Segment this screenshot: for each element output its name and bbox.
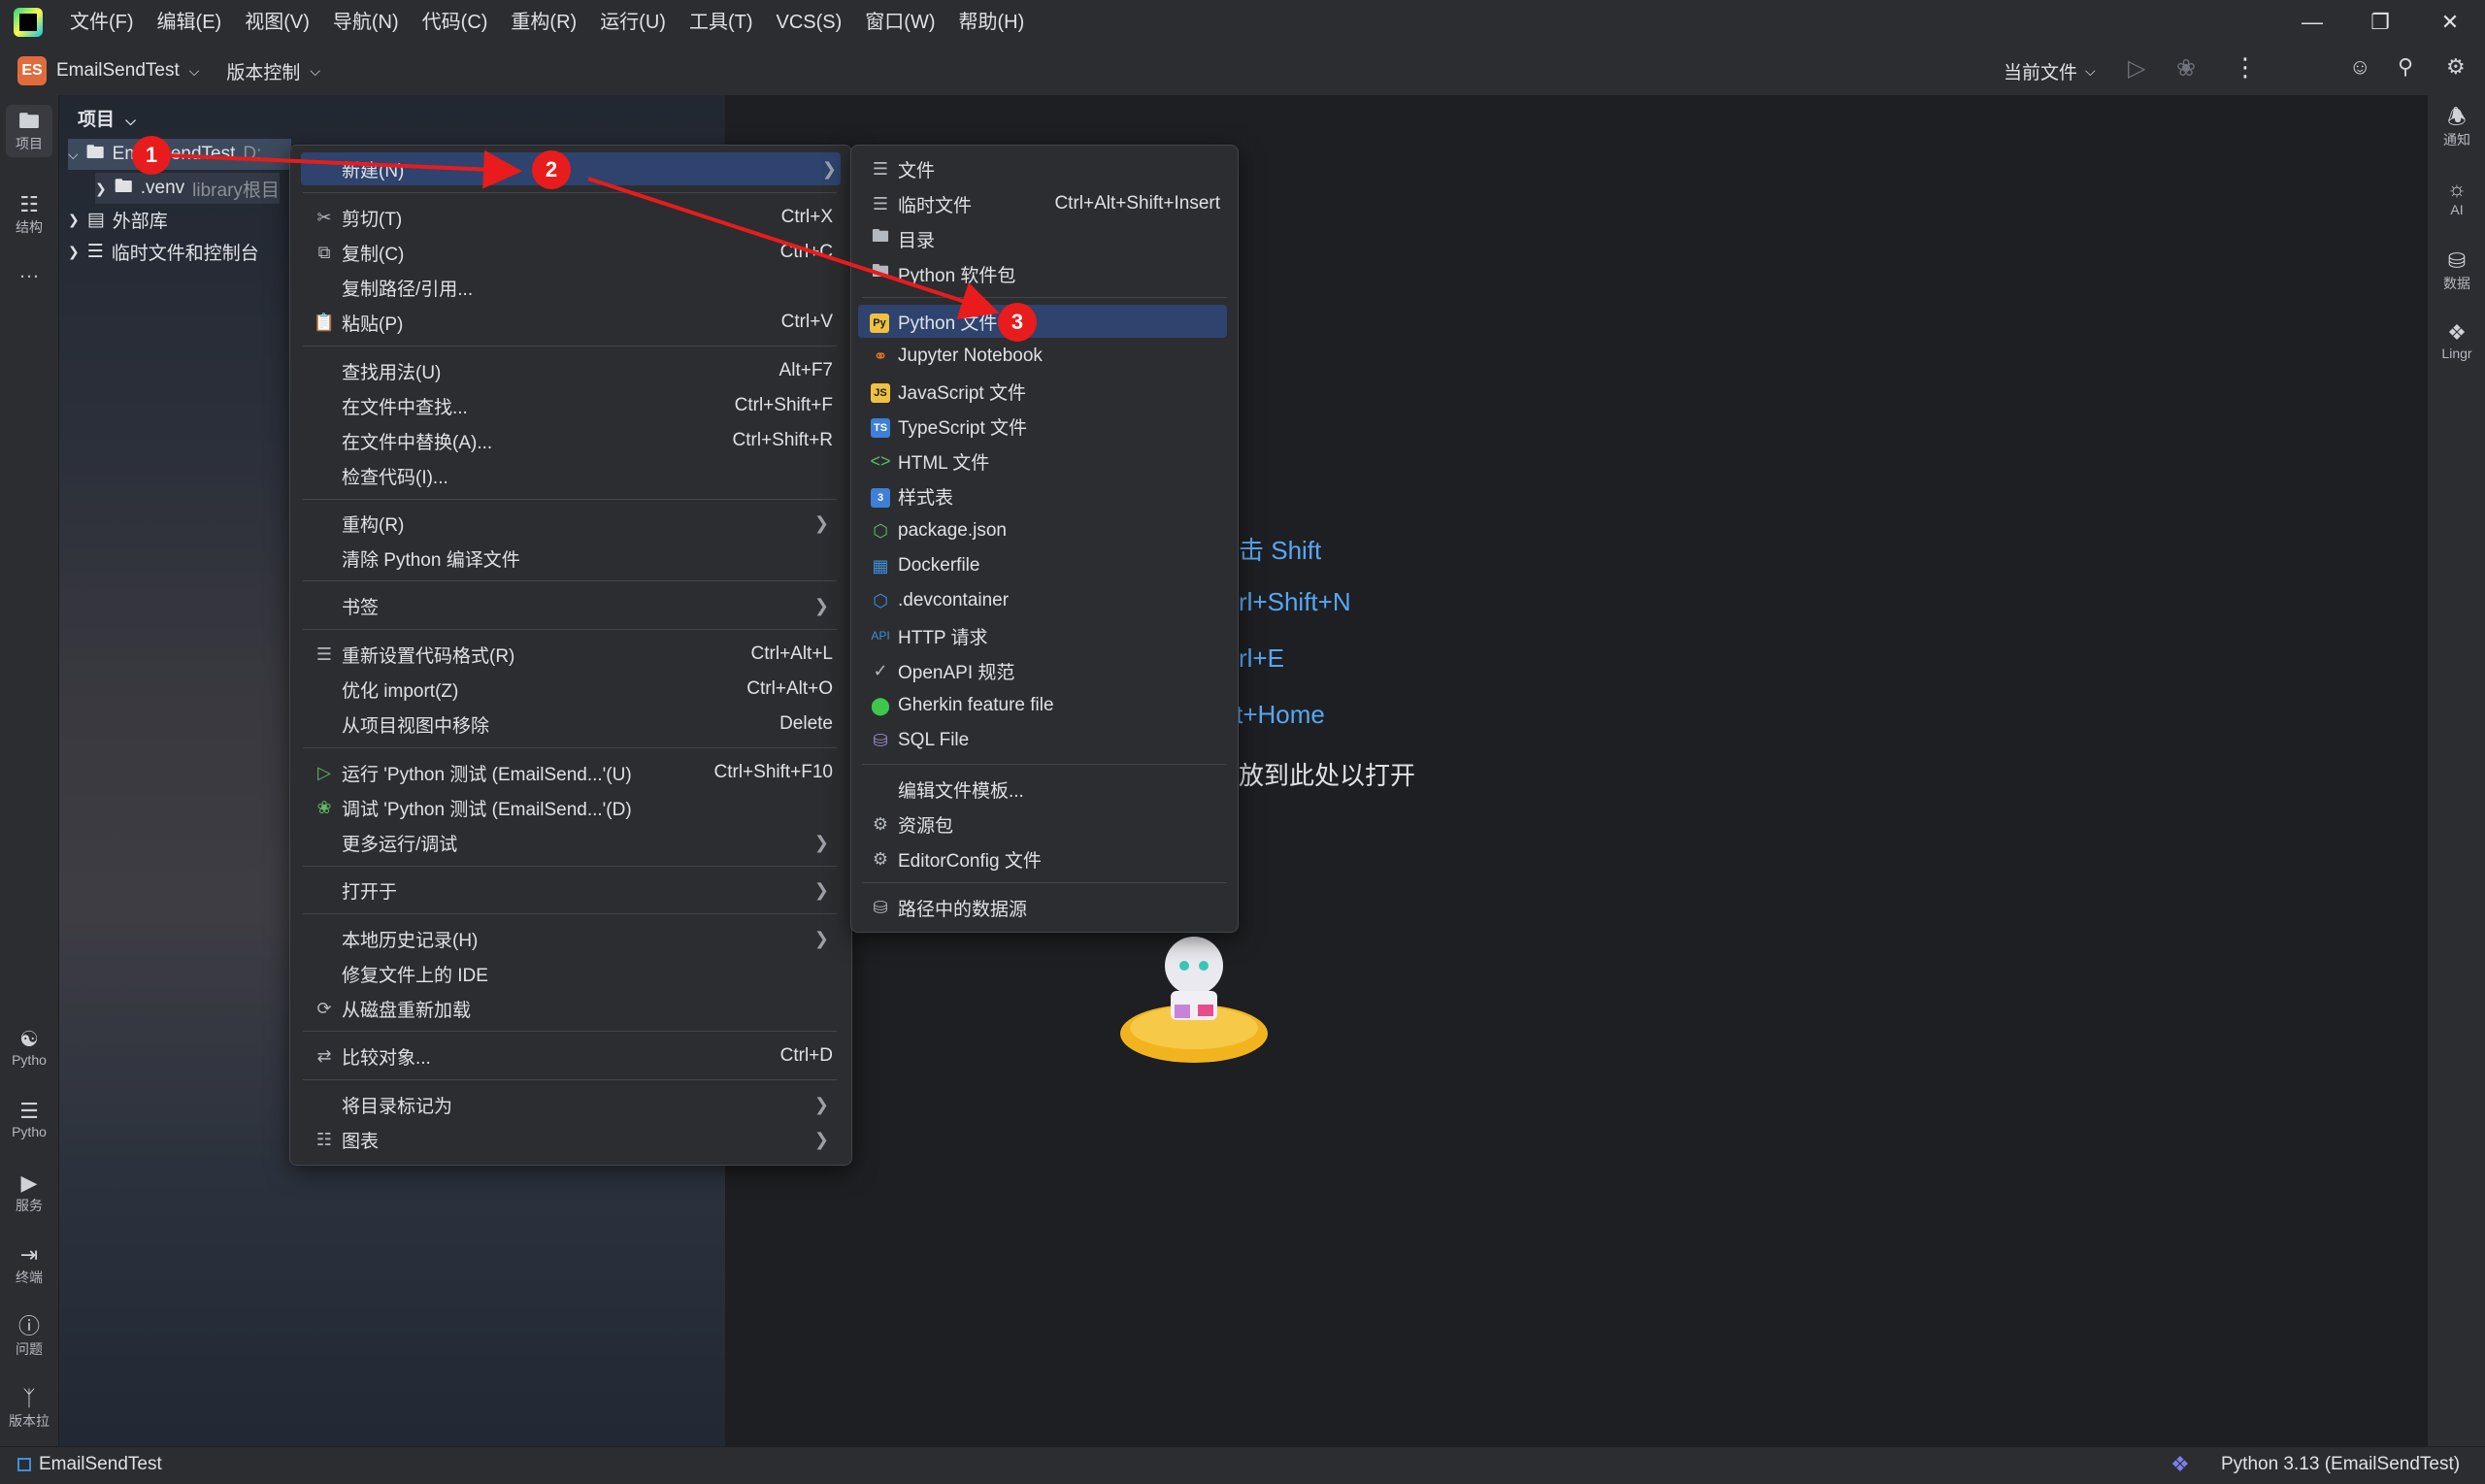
annotation-badge-1: 1: [132, 136, 171, 175]
annotation-arrow-2: [587, 177, 1000, 320]
annotation-arrows: [166, 149, 1000, 320]
annotation-badge-3: 3: [998, 303, 1037, 342]
annotation-arrow-1: [166, 149, 522, 189]
annotation-badge-2: 2: [532, 150, 571, 189]
